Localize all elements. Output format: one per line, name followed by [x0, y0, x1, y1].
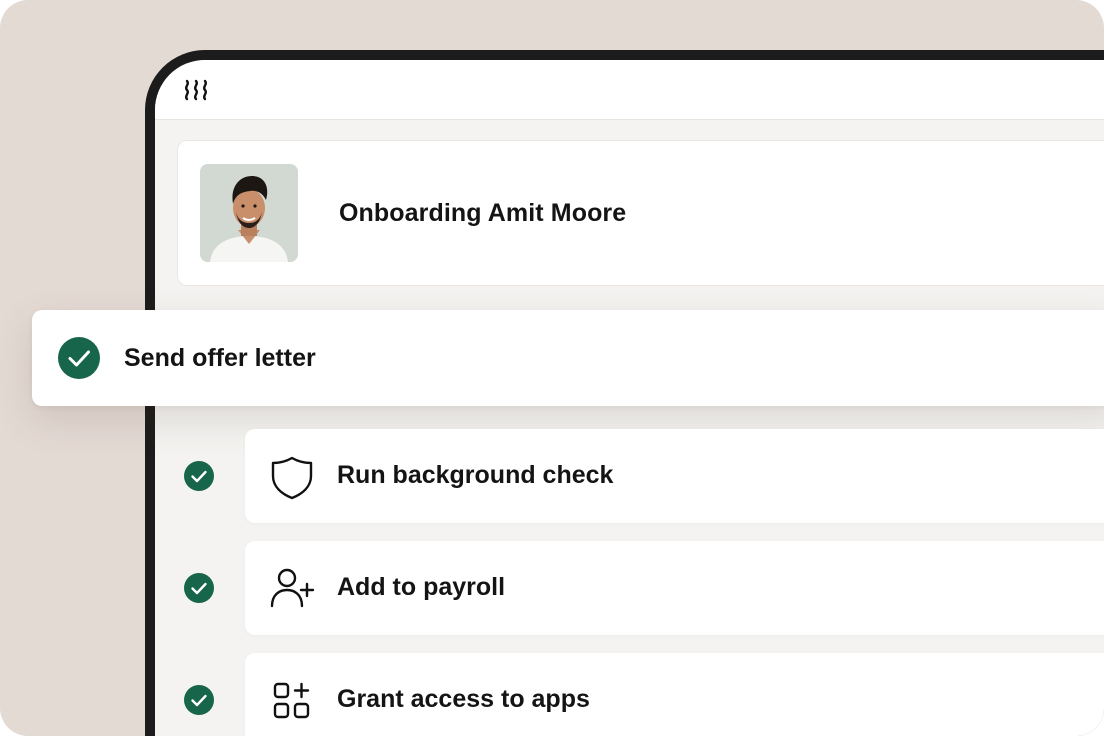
check-icon — [58, 337, 100, 379]
top-bar — [155, 60, 1104, 120]
task-grant-access-to-apps[interactable]: Grant access to apps — [245, 653, 1104, 736]
avatar-photo — [200, 164, 298, 262]
add-user-icon — [270, 568, 315, 608]
task-label: Run background check — [337, 461, 614, 489]
check-icon — [184, 685, 214, 715]
shield-icon — [271, 456, 313, 500]
task-add-to-payroll[interactable]: Add to payroll — [245, 541, 1104, 635]
task-run-background-check[interactable]: Run background check — [245, 429, 1104, 523]
page-title: Onboarding Amit Moore — [339, 199, 627, 227]
task-label: Add to payroll — [337, 573, 506, 601]
task-send-offer-letter[interactable]: Send offer letter — [32, 310, 1104, 406]
check-icon — [184, 573, 214, 603]
brand-logo-icon[interactable] — [183, 78, 213, 102]
onboarding-header-card: Onboarding Amit Moore — [177, 140, 1104, 286]
apps-grid-icon — [273, 682, 310, 719]
background: Onboarding Amit Moore Send offer letter … — [0, 0, 1104, 736]
task-label: Grant access to apps — [337, 685, 590, 713]
check-icon — [184, 461, 214, 491]
avatar — [200, 164, 298, 262]
task-label: Send offer letter — [124, 344, 316, 372]
